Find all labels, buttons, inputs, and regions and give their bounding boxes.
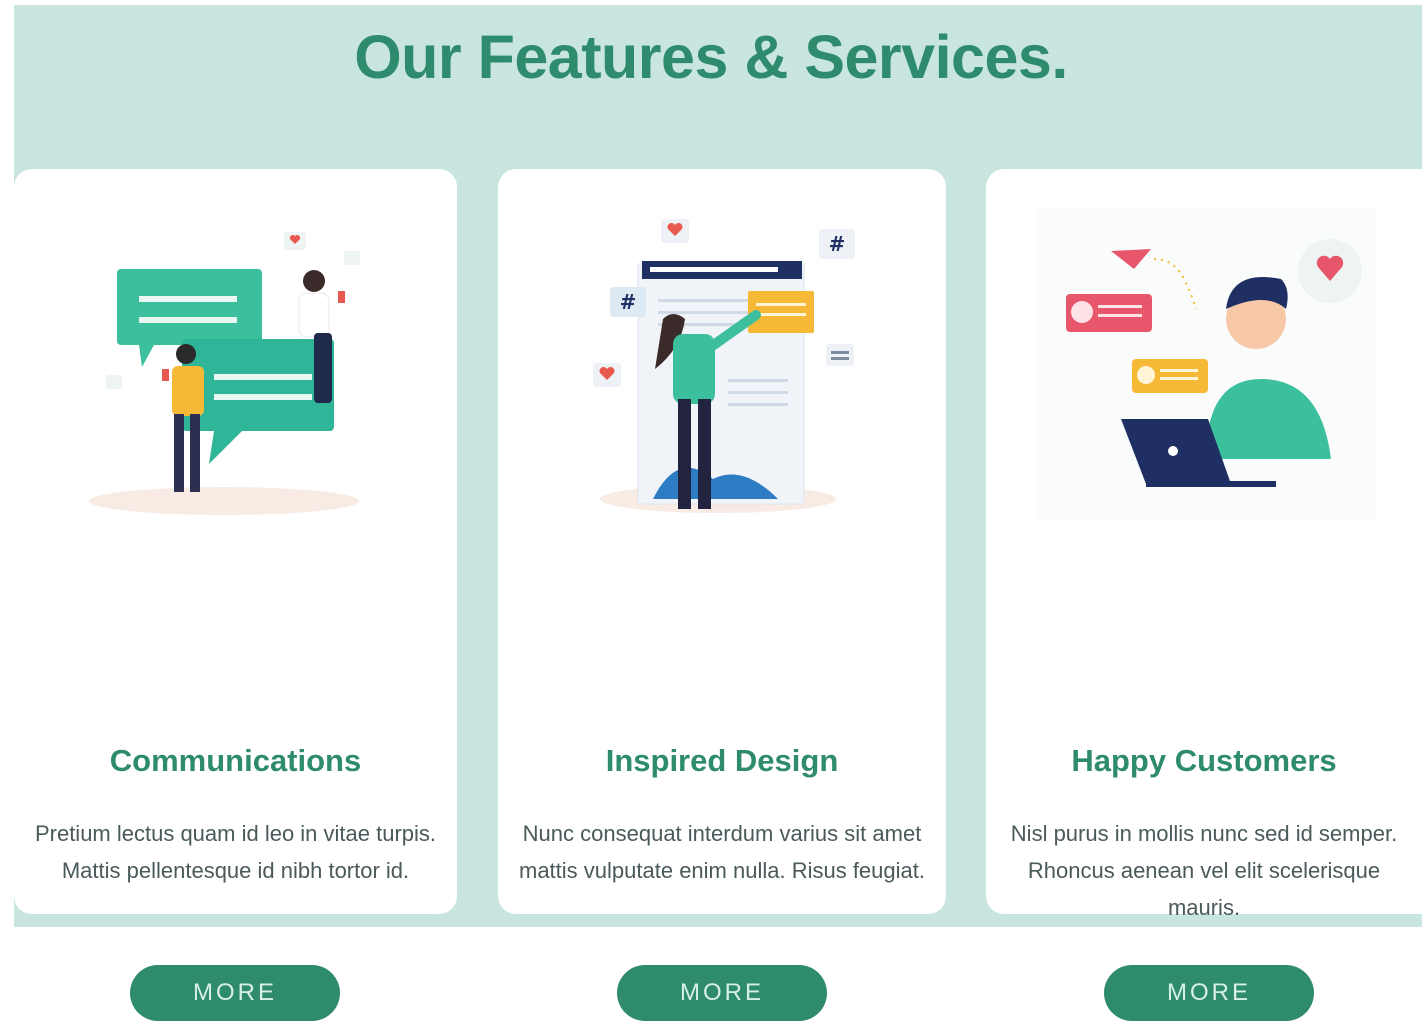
more-button[interactable]: MORE: [1104, 965, 1314, 1021]
svg-text:#: #: [829, 232, 846, 256]
more-button[interactable]: MORE: [130, 965, 340, 1021]
card-title: Inspired Design: [605, 743, 839, 778]
feature-card-inspired-design: # # Inspired Design Nunc consequat inter…: [498, 169, 946, 1021]
card-description: Pretium lectus quam id leo in vitae turp…: [34, 821, 437, 883]
card-title: Happy Customers: [1071, 743, 1337, 778]
feature-card-communications: Communications Pretium lectus quam id le…: [14, 169, 457, 1021]
card-description: Nunc consequat interdum varius sit amet …: [519, 821, 925, 883]
card-title: Communications: [109, 743, 362, 778]
card-description: Nisl purus in mollis nunc sed id semper.…: [1010, 821, 1398, 920]
chat-people-illustration: [89, 232, 360, 515]
more-button[interactable]: MORE: [617, 965, 827, 1021]
feature-card-happy-customers: Happy Customers Nisl purus in mollis nun…: [986, 169, 1422, 1021]
customer-laptop-illustration: [1036, 209, 1376, 519]
page-title: Our Features & Services.: [354, 23, 1068, 91]
design-board-illustration: # #: [593, 219, 855, 513]
svg-text:#: #: [620, 290, 637, 314]
